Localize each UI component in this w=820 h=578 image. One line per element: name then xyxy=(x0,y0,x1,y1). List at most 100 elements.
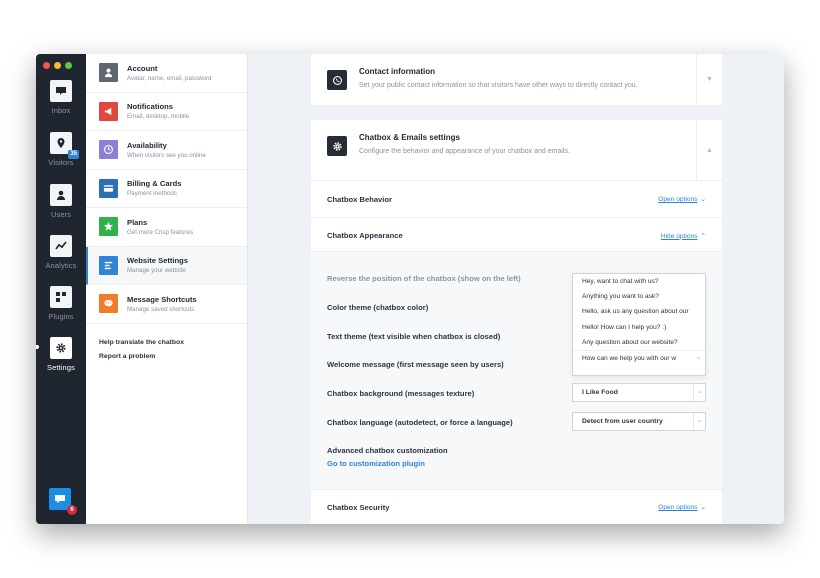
menu-item-subtitle: Email, desktop, mobile xyxy=(127,113,190,121)
menu-item-subtitle: Manage saved shortcuts xyxy=(127,305,195,313)
rail-label: Analytics xyxy=(45,261,77,270)
collapse-toggle[interactable]: ▲ xyxy=(696,120,722,180)
open-options-link[interactable]: Open options ⌄ xyxy=(658,195,706,203)
chevron-down-icon: ▼ xyxy=(706,76,713,83)
card-title: Contact information xyxy=(359,67,435,76)
link-text: Hide options xyxy=(660,232,698,240)
rail-label: Visitors xyxy=(48,158,74,167)
account-icon xyxy=(99,63,118,83)
setting-welcome-message[interactable]: Welcome message (first message seen by u… xyxy=(327,360,504,369)
chevron-down-icon: ⌄ xyxy=(700,196,706,203)
app-window: Inbox 35 Visitors Users Analytics Plugin… xyxy=(36,54,784,524)
report-problem-link[interactable]: Report a problem xyxy=(99,353,234,360)
rail-label: Inbox xyxy=(51,106,71,115)
link-text: Open options xyxy=(658,196,698,203)
customization-plugin-link[interactable]: Go to customization plugin xyxy=(327,459,425,468)
link-text: Open options xyxy=(658,504,698,511)
rail-label: Settings xyxy=(47,363,75,372)
location-pin-icon: 35 xyxy=(50,132,79,159)
help-translate-link[interactable]: Help translate the chatbox xyxy=(99,339,234,346)
visitors-count-badge: 35 xyxy=(68,150,79,159)
rail-item-users[interactable]: Users xyxy=(36,184,86,219)
user-icon xyxy=(50,184,72,206)
rail-label: Plugins xyxy=(48,312,74,321)
dropdown-option[interactable]: Anything you want to ask? xyxy=(573,289,705,304)
menu-item-title: Message Shortcuts xyxy=(127,294,197,304)
menu-item-availability[interactable]: Availability When visitors see you onlin… xyxy=(86,131,247,170)
menu-item-message-shortcuts[interactable]: Message Shortcuts Manage saved shortcuts xyxy=(86,285,247,324)
section-label: Chatbox Appearance xyxy=(327,231,403,240)
menu-item-website-settings[interactable]: Website Settings Manage your website xyxy=(86,246,247,285)
card-subtitle: Set your public contact information so t… xyxy=(359,82,638,89)
card-subtitle: Configure the behavior and appearance of… xyxy=(359,148,570,155)
chat-unread-badge: 6 xyxy=(67,505,77,515)
rail-item-analytics[interactable]: Analytics xyxy=(36,235,86,270)
menu-item-title: Account xyxy=(127,63,158,73)
dropdown-option[interactable]: Hey, want to chat with us? xyxy=(573,274,705,289)
inbox-icon xyxy=(50,80,72,102)
gear-icon xyxy=(327,136,347,156)
rail-item-plugins[interactable]: Plugins xyxy=(36,286,86,321)
open-options-link[interactable]: Open options ⌄ xyxy=(658,503,706,511)
card-icon xyxy=(99,178,118,198)
chatbox-appearance-row[interactable]: Chatbox Appearance Hide options ⌃ xyxy=(311,217,722,253)
menu-item-plans[interactable]: Plans Get more Crisp features xyxy=(86,208,247,247)
chevron-up-icon: ⌃ xyxy=(700,232,706,240)
expand-toggle[interactable]: ▼ xyxy=(696,54,722,105)
rail-item-visitors[interactable]: 35 Visitors xyxy=(36,132,86,167)
dropdown-option[interactable]: Hello, ask us any question about our xyxy=(573,304,705,319)
chat-icon xyxy=(55,495,65,503)
menu-item-title: Availability xyxy=(127,140,167,150)
rail-item-inbox[interactable]: Inbox xyxy=(36,80,86,115)
settings-menu: Account Avatar, name, email, password No… xyxy=(86,54,248,524)
chat-button[interactable]: 6 xyxy=(49,488,77,515)
chevron-down-icon: ⌄ xyxy=(693,384,705,401)
menu-item-subtitle: Get more Crisp features xyxy=(127,228,194,236)
window-minimize-button[interactable] xyxy=(54,62,61,69)
dropdown-option[interactable]: Hello! How can I help you? :) xyxy=(573,320,705,335)
language-select[interactable]: Detect from user country ⌄ xyxy=(572,412,706,431)
website-icon xyxy=(99,255,118,275)
chevron-up-icon: ▲ xyxy=(706,146,713,154)
window-close-button[interactable] xyxy=(43,62,50,69)
advanced-customization-title: Advanced chatbox customization xyxy=(327,446,448,455)
chatbox-behavior-row[interactable]: Chatbox Behavior Open options ⌄ xyxy=(311,180,722,217)
menu-item-subtitle: Payment methods xyxy=(127,190,177,198)
hide-options-link[interactable]: Hide options ⌃ xyxy=(661,232,706,240)
welcome-message-dropdown[interactable]: Hey, want to chat with us? Anything you … xyxy=(572,273,706,376)
section-label: Chatbox Behavior xyxy=(327,194,392,204)
menu-item-notifications[interactable]: Notifications Email, desktop, mobile xyxy=(86,93,247,131)
menu-item-billing[interactable]: Billing & Cards Payment methods xyxy=(86,170,247,208)
gear-icon xyxy=(50,337,72,359)
chatbox-security-row[interactable]: Chatbox Security Open options ⌄ xyxy=(311,490,722,524)
app-rail: Inbox 35 Visitors Users Analytics Plugin… xyxy=(36,54,86,524)
chatbox-settings-header[interactable]: Chatbox & Emails settings Configure the … xyxy=(311,120,722,180)
whatsapp-icon xyxy=(327,70,347,90)
chevron-down-icon: ⌄ xyxy=(700,504,706,511)
background-select[interactable]: I Like Food ⌄ xyxy=(572,383,706,402)
menu-item-subtitle: When visitors see you online xyxy=(127,151,206,159)
plugins-icon xyxy=(50,286,72,308)
setting-chatbox-language[interactable]: Chatbox language (autodetect, or force a… xyxy=(327,418,513,427)
menu-item-account[interactable]: Account Avatar, name, email, password xyxy=(86,54,247,93)
menu-item-title: Website Settings xyxy=(127,256,189,266)
setting-chatbox-background[interactable]: Chatbox background (messages texture) xyxy=(327,389,474,398)
section-label: Chatbox Security xyxy=(327,502,390,512)
menu-item-title: Plans xyxy=(127,217,148,227)
contact-info-card[interactable]: Contact information Set your public cont… xyxy=(311,54,722,105)
chevron-down-icon: ⌄ xyxy=(693,413,705,430)
menu-item-subtitle: Avatar, name, email, password xyxy=(127,74,212,82)
clock-icon xyxy=(99,140,118,160)
dropdown-option[interactable]: Any question about our website? xyxy=(573,335,705,350)
setting-color-theme[interactable]: Color theme (chatbox color) xyxy=(327,303,428,312)
setting-text-theme[interactable]: Text theme (text visible when chatbox is… xyxy=(327,332,500,341)
window-maximize-button[interactable] xyxy=(65,62,72,69)
menu-item-title: Notifications xyxy=(127,102,173,112)
setting-reverse-position[interactable]: Reverse the position of the chatbox (sho… xyxy=(327,274,521,283)
speech-icon xyxy=(99,294,118,314)
rail-item-settings[interactable]: Settings xyxy=(36,337,86,372)
select-value: Detect from user country xyxy=(582,418,663,425)
menu-item-subtitle: Manage your website xyxy=(127,267,186,275)
dropdown-selected-value[interactable]: How can we help you with our w xyxy=(573,349,705,365)
star-icon xyxy=(99,217,118,237)
